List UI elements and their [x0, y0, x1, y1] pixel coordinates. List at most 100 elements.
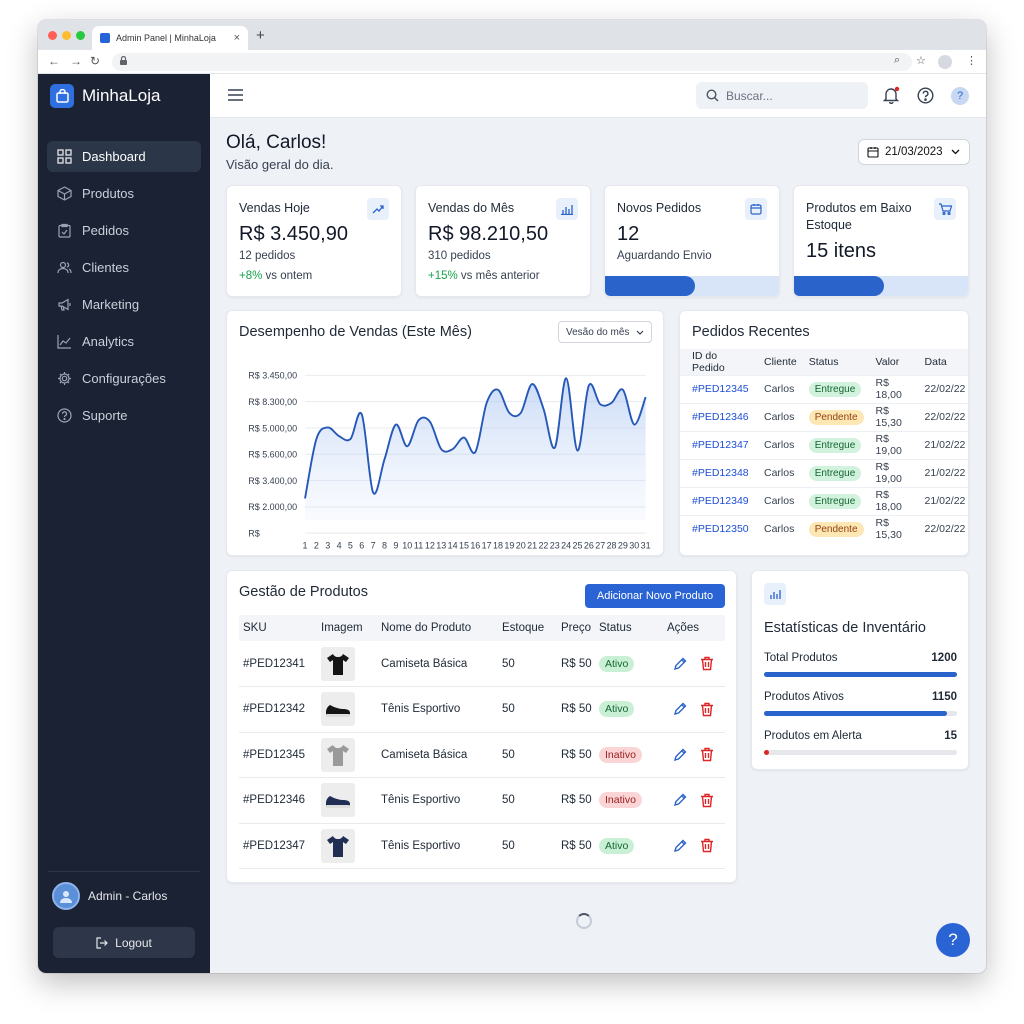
close-window-dot[interactable] [48, 31, 57, 40]
products-table: SKU Imagem Nome do Produto Estoque Preço… [239, 615, 725, 869]
forward-icon[interactable]: → [70, 54, 82, 68]
product-sku: #PED12347 [239, 823, 317, 869]
order-id-link[interactable]: #PED12348 [680, 458, 752, 487]
sidebar-item-clientes[interactable]: Clientes [47, 252, 201, 283]
stat-title: Novos Pedidos [617, 201, 702, 215]
logout-button[interactable]: Logout [53, 927, 195, 958]
table-row[interactable]: #PED12346 Carlos Pendente R$ 15,30 22/02/22 [680, 402, 968, 431]
x-tick-label: 21 [527, 540, 537, 550]
status-badge: Entregue [808, 465, 862, 481]
browser-menu-icon[interactable]: ⋮ [966, 54, 977, 67]
tab-title: Admin Panel | MinhaLoja [116, 33, 216, 43]
order-id-link[interactable]: #PED12350 [680, 514, 752, 543]
table-row[interactable]: #PED12350 Carlos Pendente R$ 15,30 22/02/22 [680, 514, 968, 543]
trash-icon[interactable] [700, 656, 714, 671]
question-icon[interactable] [917, 87, 934, 104]
users-icon [55, 259, 73, 277]
brand[interactable]: MinhaLoja [50, 84, 160, 108]
edit-icon[interactable] [673, 839, 687, 853]
product-status-cell: Ativo [595, 641, 663, 687]
order-id-link[interactable]: #PED12346 [680, 402, 752, 431]
maximize-window-dot[interactable] [76, 31, 85, 40]
sidebar-item-label: Configurações [82, 371, 166, 386]
trash-icon[interactable] [700, 793, 714, 808]
sidebar-item-marketing[interactable]: Marketing [47, 289, 201, 320]
cart-icon [934, 198, 956, 220]
table-header-row: SKU Imagem Nome do Produto Estoque Preço… [239, 615, 725, 641]
edit-icon[interactable] [673, 793, 687, 807]
profile-icon[interactable] [938, 55, 952, 69]
bell-icon[interactable] [883, 86, 900, 104]
product-status-cell: Ativo [595, 823, 663, 869]
order-date: 22/02/22 [912, 374, 968, 403]
order-id-link[interactable]: #PED12347 [680, 430, 752, 459]
order-client: Carlos [752, 374, 797, 403]
edit-icon[interactable] [673, 702, 687, 716]
zoom-icon[interactable]: ⌕ [894, 54, 900, 67]
product-thumbnail[interactable] [321, 737, 355, 772]
table-row[interactable]: #PED12345 Camiseta Básica 50 R$ 50 Inativo [239, 732, 725, 778]
table-row[interactable]: #PED12342 Tênis Esportivo 50 R$ 50 Ativo [239, 686, 725, 733]
x-tick-label: 31 [641, 540, 651, 550]
progress-fill [794, 276, 885, 296]
add-product-button[interactable]: Adicionar Novo Produto [585, 584, 725, 608]
sidebar-item-dashboard[interactable]: Dashboard [47, 141, 201, 172]
sidebar-item-pedidos[interactable]: Pedidos [47, 215, 201, 246]
table-row[interactable]: #PED12348 Carlos Entregue R$ 19,00 21/02/22 [680, 458, 968, 487]
search-icon [706, 89, 719, 102]
browser-tab[interactable]: Admin Panel | MinhaLoja × [92, 26, 248, 50]
status-badge: Pendente [808, 521, 864, 537]
y-tick-label: R$ 5.600,00 [248, 450, 297, 460]
trend-value: +15% [428, 270, 458, 282]
gear-icon [55, 370, 73, 388]
date-picker[interactable]: 21/03/2023 [858, 139, 970, 165]
card-title: Estatísticas de Inventário [764, 620, 926, 636]
sidebar-item-label: Pedidos [82, 223, 129, 238]
close-tab-icon[interactable]: × [234, 32, 240, 44]
product-thumbnail[interactable] [321, 783, 355, 818]
new-tab-button[interactable]: + [256, 27, 265, 44]
inventory-progress-fill [764, 711, 948, 716]
order-id-link[interactable]: #PED12349 [680, 486, 752, 515]
edit-icon[interactable] [673, 748, 687, 762]
product-thumbnail[interactable] [321, 828, 355, 863]
table-row[interactable]: #PED12341 Camiseta Básica 50 R$ 50 Ativo [239, 641, 725, 687]
table-row[interactable]: #PED12347 Carlos Entregue R$ 19,00 21/02/22 [680, 430, 968, 459]
trash-icon[interactable] [700, 747, 714, 762]
x-tick-label: 17 [482, 540, 492, 550]
user-profile[interactable]: Admin - Carlos [52, 882, 167, 910]
back-icon[interactable]: ← [48, 54, 60, 68]
stat-card-vendas-hoje: Vendas Hoje R$ 3.450,90 12 pedidos +8% v… [226, 185, 402, 297]
product-thumbnail[interactable] [321, 692, 355, 727]
table-row[interactable]: #PED12346 Tênis Esportivo 50 R$ 50 Inativo [239, 777, 725, 824]
product-status-cell: Ativo [595, 686, 663, 733]
sidebar-item-suporte[interactable]: Suporte [47, 400, 201, 431]
order-status-cell: Entregue [796, 458, 864, 487]
sidebar-item-configuracoes[interactable]: Configurações [47, 363, 201, 394]
y-tick-label: R$ 5.000,00 [248, 423, 297, 433]
table-row[interactable]: #PED12349 Carlos Entregue R$ 18,00 21/02/22 [680, 486, 968, 515]
browser-tabbar: Admin Panel | MinhaLoja × + [38, 20, 986, 50]
url-field[interactable] [112, 53, 912, 71]
sidebar-item-produtos[interactable]: Produtos [47, 178, 201, 209]
hamburger-menu-icon[interactable] [228, 89, 243, 101]
edit-icon[interactable] [673, 657, 687, 671]
trash-icon[interactable] [700, 838, 714, 853]
inventory-progress-track [764, 750, 957, 755]
product-thumbnail[interactable] [321, 646, 355, 681]
favicon-icon [100, 33, 110, 43]
reload-icon[interactable]: ↻ [90, 54, 100, 68]
help-badge-icon[interactable]: ? [951, 87, 969, 105]
clipboard-icon [55, 222, 73, 240]
user-name: Admin - Carlos [88, 889, 168, 903]
order-id-link[interactable]: #PED12345 [680, 374, 752, 403]
sidebar-item-analytics[interactable]: Analytics [47, 326, 201, 357]
table-row[interactable]: #PED12345 Carlos Entregue R$ 18,00 22/02/22 [680, 374, 968, 403]
help-fab-button[interactable]: ? [936, 923, 970, 957]
bookmark-star-icon[interactable]: ☆ [916, 54, 926, 67]
table-row[interactable]: #PED12347 Tênis Esportivo 50 R$ 50 Ativo [239, 823, 725, 869]
trash-icon[interactable] [700, 702, 714, 717]
minimize-window-dot[interactable] [62, 31, 71, 40]
search-input[interactable]: Buscar... [696, 82, 868, 109]
x-tick-label: 10 [402, 540, 412, 550]
